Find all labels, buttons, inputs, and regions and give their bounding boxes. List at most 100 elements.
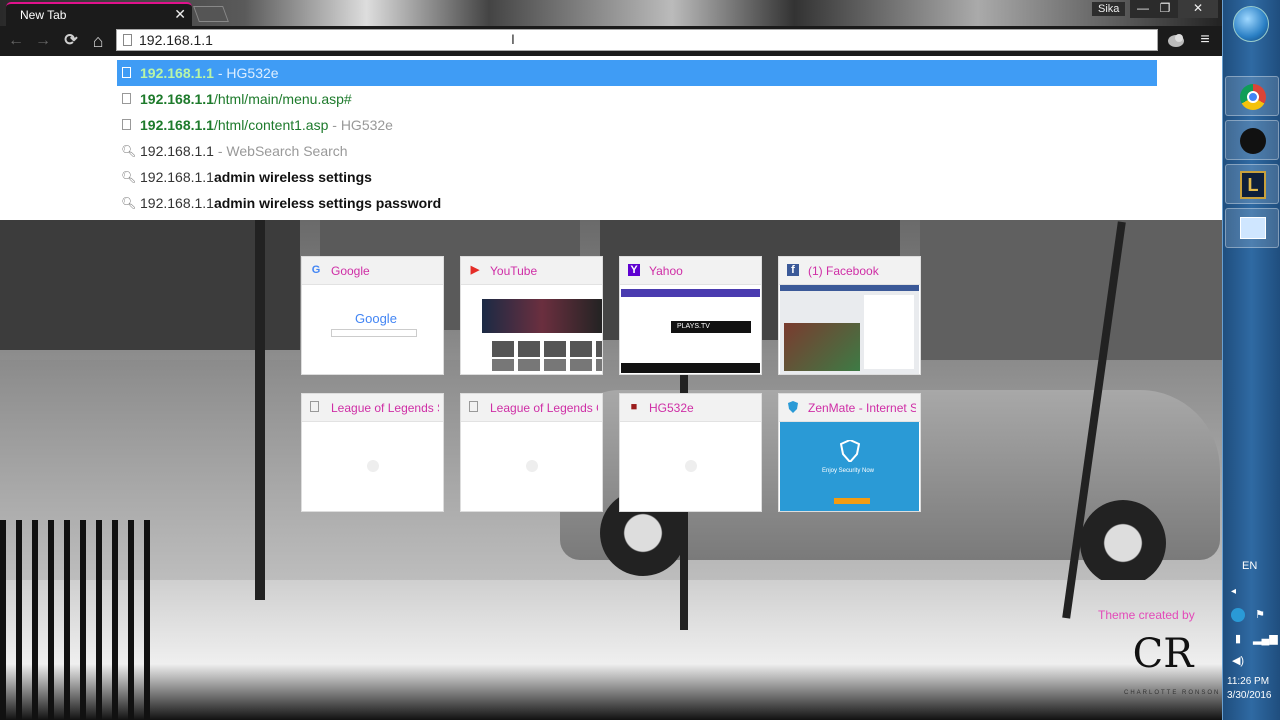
plays-tv-banner: PLAYS.TV	[671, 321, 751, 333]
zenmate-shield-icon	[840, 440, 860, 462]
zenmate-tray-icon[interactable]	[1231, 608, 1245, 622]
network-app-icon	[1240, 217, 1266, 239]
suggestion-item[interactable]: 192.168.1.1/html/main/menu.asp#	[117, 86, 1157, 112]
suggestion-url-path: /html/content1.asp	[213, 117, 329, 133]
suggestion-query: 192.168.1.1	[140, 195, 214, 211]
page-icon	[122, 93, 131, 104]
new-tab-button[interactable]	[193, 6, 229, 22]
page-icon	[469, 401, 478, 412]
loading-icon	[685, 460, 697, 472]
youtube-favicon-icon: ▶	[470, 264, 480, 276]
tile-thumbnail	[462, 285, 602, 374]
google-logo: Google	[355, 311, 397, 326]
address-bar[interactable]: I	[116, 29, 1158, 51]
theme-logo: CR	[1132, 631, 1194, 677]
action-center-flag-icon[interactable]: ⚑	[1253, 608, 1267, 622]
language-indicator[interactable]: EN	[1242, 560, 1257, 572]
suggestion-item[interactable]: 🔍︎ 192.168.1.1 - WebSearch Search	[117, 138, 1157, 164]
suggestion-completion: admin wireless settings	[213, 169, 372, 185]
battery-icon[interactable]: ▮	[1231, 632, 1245, 646]
back-button[interactable]: ←	[6, 31, 26, 51]
most-visited-tile-google[interactable]: G Google Google	[301, 256, 444, 375]
suggestion-url-path: /html/main/menu.asp#	[213, 91, 352, 107]
chrome-menu-button[interactable]: ≡	[1196, 31, 1214, 49]
taskbar-obs[interactable]	[1225, 120, 1279, 160]
clock-time[interactable]: 11:26 PM	[1227, 676, 1269, 687]
taskbar-league-of-legends[interactable]: L	[1225, 164, 1279, 204]
page-icon	[122, 67, 131, 78]
toolbar: ← → ⟳ ⌂ I ≡	[0, 26, 1222, 56]
address-input[interactable]	[139, 30, 1039, 50]
taskbar-chrome[interactable]	[1225, 76, 1279, 116]
tile-thumbnail: PLAYS.TV	[621, 285, 760, 374]
tile-title: League of Legends S	[331, 401, 439, 415]
tile-thumbnail: Google	[303, 285, 442, 374]
suggestion-url-match: 192.168.1.1	[140, 91, 214, 107]
reload-button[interactable]: ⟳	[61, 31, 81, 51]
tab-strip: New Tab ✕ Sika — ❐ ✕	[0, 0, 1222, 26]
suggestion-item[interactable]: 🔍︎ 192.168.1.1admin wireless settings pa…	[117, 190, 1157, 216]
tab-close-icon[interactable]: ✕	[174, 6, 186, 22]
suggestion-query: 192.168.1.1	[140, 169, 214, 185]
text-cursor-icon: I	[511, 31, 515, 47]
tray-expand-icon[interactable]: ◂	[1231, 586, 1236, 597]
restore-button[interactable]: ❐	[1152, 0, 1178, 18]
tile-title: ZenMate - Internet Se	[808, 401, 916, 415]
profile-button[interactable]: Sika	[1092, 2, 1126, 16]
page-icon	[123, 34, 132, 46]
tile-thumbnail	[621, 422, 760, 511]
suggestion-query: 192.168.1.1	[140, 143, 214, 159]
zenmate-caption: Enjoy Security Now	[822, 468, 875, 474]
most-visited-tile-lol-1[interactable]: League of Legends S	[301, 393, 444, 512]
tile-title: HG532e	[649, 401, 694, 415]
tile-thumbnail	[462, 422, 601, 511]
start-button[interactable]	[1233, 6, 1269, 42]
page-icon	[310, 401, 319, 412]
tab-new-tab[interactable]: New Tab ✕	[6, 2, 192, 26]
windows-taskbar: L EN ◂ ⚑ ▮ ▂▄▆ ◀) 11:26 PM 3/30/2016	[1222, 0, 1280, 720]
router-favicon-icon: ■	[630, 401, 638, 413]
loading-icon	[367, 460, 379, 472]
suggestion-description: - WebSearch Search	[213, 143, 348, 159]
tile-title: League of Legends O	[490, 401, 598, 415]
suggestion-url-match: 192.168.1.1	[140, 65, 214, 81]
tile-thumbnail: Enjoy Security Now	[780, 422, 919, 511]
forward-button[interactable]: →	[33, 31, 53, 51]
suggestion-item[interactable]: 192.168.1.1 - HG532e	[117, 60, 1157, 86]
chrome-icon	[1240, 84, 1266, 110]
close-window-button[interactable]: ✕	[1178, 0, 1218, 18]
tile-title: Yahoo	[649, 264, 683, 278]
most-visited-tile-hg532e[interactable]: ■ HG532e	[619, 393, 762, 512]
league-of-legends-icon: L	[1240, 171, 1266, 199]
suggestion-item[interactable]: 192.168.1.1/html/content1.asp - HG532e	[117, 112, 1157, 138]
home-button[interactable]: ⌂	[88, 31, 108, 51]
suggestion-item[interactable]: 🔍︎ 192.168.1.1admin wireless settings	[117, 164, 1157, 190]
clock-date[interactable]: 3/30/2016	[1227, 690, 1272, 701]
tile-thumbnail	[780, 285, 919, 374]
page-icon	[122, 119, 131, 130]
most-visited-tile-youtube[interactable]: ▶ YouTube	[460, 256, 603, 375]
search-icon: 🔍︎	[121, 144, 137, 158]
suggestion-url-match: 192.168.1.1	[140, 117, 214, 133]
most-visited-tile-lol-2[interactable]: League of Legends O	[460, 393, 603, 512]
most-visited-tile-zenmate[interactable]: ZenMate - Internet Se Enjoy Security Now	[778, 393, 921, 512]
tab-title: New Tab	[20, 8, 67, 22]
taskbar-network[interactable]	[1225, 208, 1279, 248]
most-visited-tile-facebook[interactable]: f (1) Facebook	[778, 256, 921, 375]
yahoo-favicon-icon: Y	[628, 264, 640, 276]
loading-icon	[526, 460, 538, 472]
theme-background-image	[0, 220, 1222, 720]
facebook-favicon-icon: f	[787, 264, 799, 276]
most-visited-tile-yahoo[interactable]: Y Yahoo PLAYS.TV	[619, 256, 762, 375]
signal-icon[interactable]: ▂▄▆	[1253, 632, 1278, 646]
suggestion-description: - HG532e	[213, 65, 279, 81]
extension-icon[interactable]	[1166, 31, 1186, 49]
search-icon: 🔍︎	[121, 170, 137, 184]
tile-title: (1) Facebook	[808, 264, 879, 278]
tile-thumbnail	[303, 422, 442, 511]
omnibox-suggestions: 192.168.1.1 - HG532e 192.168.1.1/html/ma…	[0, 56, 1222, 220]
obs-icon	[1240, 128, 1266, 154]
volume-icon[interactable]: ◀)	[1231, 654, 1245, 668]
browser-window: New Tab ✕ Sika — ❐ ✕ ← → ⟳ ⌂ I ≡ 192.168…	[0, 0, 1222, 720]
google-favicon-icon: G	[311, 264, 321, 276]
